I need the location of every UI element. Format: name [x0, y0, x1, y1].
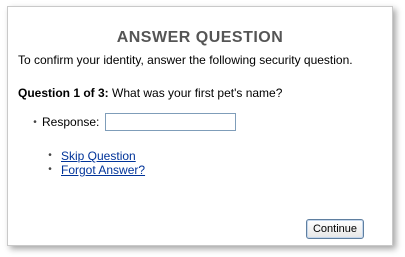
- response-input[interactable]: [105, 113, 237, 131]
- security-question-dialog: ANSWER QUESTION To confirm your identity…: [7, 6, 393, 246]
- skip-question-item: • Skip Question: [43, 149, 145, 163]
- dialog-title: ANSWER QUESTION: [116, 29, 284, 46]
- forgot-answer-item: • Forgot Answer?: [43, 163, 145, 177]
- forgot-answer-bullet: •: [48, 164, 52, 175]
- forgot-answer-link[interactable]: Forgot Answer?: [61, 163, 145, 177]
- question-counter: Question 1 of 3:: [18, 86, 109, 100]
- response-row: • Response:: [28, 112, 237, 132]
- skip-question-link[interactable]: Skip Question: [61, 149, 136, 163]
- skip-question-bullet: •: [48, 150, 52, 161]
- continue-button[interactable]: Continue: [306, 219, 364, 239]
- dialog-subtitle: To confirm your identity, answer the fol…: [18, 53, 353, 67]
- response-bullet: •: [33, 116, 37, 128]
- question-line: Question 1 of 3: What was your first pet…: [18, 86, 282, 100]
- question-text: What was your first pet's name?: [112, 86, 283, 100]
- help-links: • Skip Question • Forgot Answer?: [43, 149, 145, 177]
- response-label: Response:: [42, 115, 100, 129]
